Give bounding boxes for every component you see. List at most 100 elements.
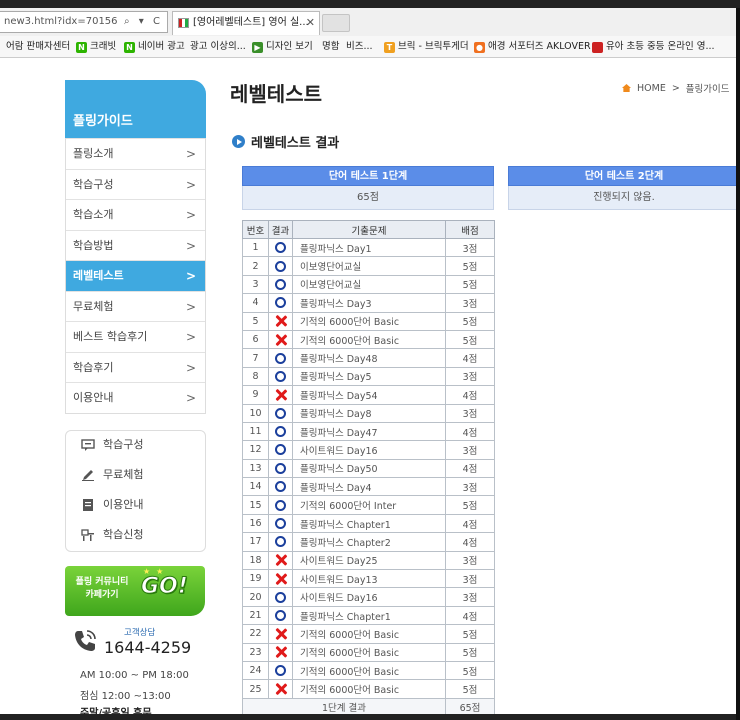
sidebar-item[interactable]: 이용안내 >	[66, 382, 205, 413]
table-row: 16 플링파닉스 Chapter1 4점	[242, 513, 495, 534]
favorite-item[interactable]: 명함	[322, 36, 339, 57]
community-line2: 카페가기	[85, 590, 119, 600]
browser-tab[interactable]: [영어레벨테스트] 영어 실... ✕	[172, 11, 320, 35]
result-cell	[268, 587, 293, 607]
sidebar-item[interactable]: 학습방법 >	[66, 229, 205, 260]
chat-icon	[81, 439, 95, 451]
question-cell: 플링파닉스 Day4	[292, 477, 446, 497]
table-row: 15 기적의 6000단어 Inter 5점	[242, 495, 495, 515]
address-tools-icon[interactable]: ⌕ ▾ C	[124, 12, 163, 32]
phone-icon	[75, 630, 96, 651]
question-cell: 기적의 6000단어 Basic	[292, 624, 446, 644]
score-cell: 4점	[445, 348, 495, 368]
table-row: 19 사이트워드 Day13 3점	[242, 569, 495, 589]
sidebar-item[interactable]: 학습소개 >	[66, 199, 205, 230]
result-cell	[268, 624, 293, 644]
row-number: 15	[242, 495, 269, 515]
wrong-x-icon	[275, 315, 287, 327]
stage1-result: 단어 테스트 1단계 65점	[242, 166, 494, 210]
table-row: 23 기적의 6000단어 Basic 5점	[242, 642, 495, 662]
result-cell	[268, 532, 293, 552]
chevron-right-icon: >	[185, 147, 196, 161]
correct-circle-icon	[275, 260, 286, 272]
home-icon	[622, 84, 631, 92]
new-tab-button[interactable]	[322, 14, 350, 32]
chevron-right-icon: >	[185, 330, 196, 344]
sidebar-item-label: 학습후기	[73, 360, 114, 374]
sidebar-item-label: 학습구성	[73, 177, 114, 191]
row-number: 6	[242, 329, 269, 350]
table-row: 17 플링파닉스 Chapter2 4점	[242, 532, 495, 552]
quick-link-usage-guide[interactable]: 이용안내	[81, 495, 143, 515]
question-cell: 플링파닉스 Day3	[292, 293, 446, 313]
question-cell: 플링파닉스 Chapter2	[292, 532, 446, 552]
close-icon[interactable]: ✕	[306, 12, 315, 34]
correct-circle-icon	[275, 481, 286, 493]
correct-circle-icon	[275, 407, 286, 419]
correct-circle-icon	[275, 462, 286, 474]
community-cafe-banner[interactable]: 플링 커뮤니티 카페가기 ★★ GO!	[65, 566, 205, 616]
favorite-item[interactable]: ▶ 디자인 보기	[252, 36, 313, 57]
breadcrumb-section[interactable]: 플링가이드	[686, 81, 730, 95]
stage2-status: 진행되지 않음.	[508, 186, 736, 210]
question-cell: 사이트워드 Day25	[292, 550, 446, 571]
business-hours: AM 10:00 ~ PM 18:00	[80, 670, 189, 681]
sidebar-item[interactable]: 레벨테스트 >	[66, 260, 205, 291]
quick-link-free-trial[interactable]: 무료체험	[81, 465, 143, 485]
question-cell: 플링파닉스 Chapter1	[292, 605, 446, 626]
wrong-x-icon	[275, 646, 287, 658]
favorite-item[interactable]: T 브릭 - 브릭투게더	[384, 36, 469, 57]
community-text: 플링 커뮤니티 카페가기	[71, 576, 133, 602]
quick-link-study-structure[interactable]: 학습구성	[81, 435, 143, 455]
table-row: 5 기적의 6000단어 Basic 5점	[242, 311, 495, 331]
correct-circle-icon	[275, 242, 286, 254]
aklover-icon: ●	[474, 41, 485, 53]
breadcrumb-home[interactable]: HOME	[637, 83, 666, 94]
stage2-result: 단어 테스트 2단계 진행되지 않음.	[508, 166, 736, 210]
wrong-x-icon	[275, 628, 287, 640]
favorite-item[interactable]: 유아 초등 중등 온라인 영...	[592, 36, 715, 57]
sidebar-item[interactable]: 플링소개 >	[66, 138, 205, 169]
correct-circle-icon	[275, 444, 286, 456]
question-cell: 플링파닉스 Day48	[292, 348, 446, 368]
table-row: 2 이보영단어교실 5점	[242, 256, 495, 276]
table-row: 22 기적의 6000단어 Basic 5점	[242, 624, 495, 644]
sidebar-item[interactable]: 학습후기 >	[66, 351, 205, 382]
question-cell: 플링파닉스 Day47	[292, 421, 446, 442]
quick-link-label: 학습신청	[103, 528, 144, 541]
question-cell: 기적의 6000단어 Inter	[292, 495, 446, 515]
result-cell	[268, 403, 293, 423]
flag-icon	[178, 18, 189, 28]
wrong-x-icon	[275, 573, 287, 585]
favorite-item[interactable]: 비즈...	[346, 36, 373, 57]
total-score: 65점	[445, 697, 495, 714]
result-cell	[268, 237, 293, 258]
quick-link-label: 이용안내	[103, 498, 144, 511]
row-number: 7	[242, 348, 269, 368]
favorite-label: 어람 판매자센터	[6, 41, 71, 52]
result-cell	[268, 385, 293, 405]
naver-icon: N	[124, 41, 135, 53]
brick-icon: T	[384, 41, 395, 53]
row-number: 17	[242, 532, 269, 552]
favorite-item[interactable]: N 네이버 광고	[124, 36, 185, 57]
section-title-text: 레벨테스트 결과	[251, 136, 340, 151]
favorite-item[interactable]: N 크래빗	[76, 36, 116, 57]
column-header: 결과	[268, 220, 293, 239]
web-page: 플링가이드 플링소개 > 학습구성 > 학습소개 > 학습방법 > 레벨테스트 > 무료체험 > 베스트…	[0, 58, 736, 714]
table-row: 9 플링파닉스 Day54 4점	[242, 385, 495, 405]
favorite-item[interactable]: 어람 판매자센터	[6, 36, 71, 57]
page-title: 레벨테스트	[230, 82, 322, 106]
favorite-item[interactable]: ● 애경 서포터즈 AKLOVER	[474, 36, 591, 57]
sidebar-item[interactable]: 무료체험 >	[66, 290, 205, 321]
table-row: 10 플링파닉스 Day8 3점	[242, 403, 495, 423]
score-cell: 3점	[445, 569, 495, 589]
quick-link-apply[interactable]: 학습신청	[81, 525, 143, 545]
favorite-item[interactable]: 광고 이상의...	[190, 36, 246, 57]
sidebar-item-label: 레벨테스트	[73, 269, 124, 282]
question-cell: 기적의 6000단어 Basic	[292, 311, 446, 331]
sidebar-item[interactable]: 학습구성 >	[66, 168, 205, 199]
correct-circle-icon	[275, 665, 286, 677]
address-bar[interactable]: new3.html?idx=70156 ⌕ ▾ C	[0, 11, 168, 33]
sidebar-item[interactable]: 베스트 학습후기 >	[66, 321, 205, 352]
